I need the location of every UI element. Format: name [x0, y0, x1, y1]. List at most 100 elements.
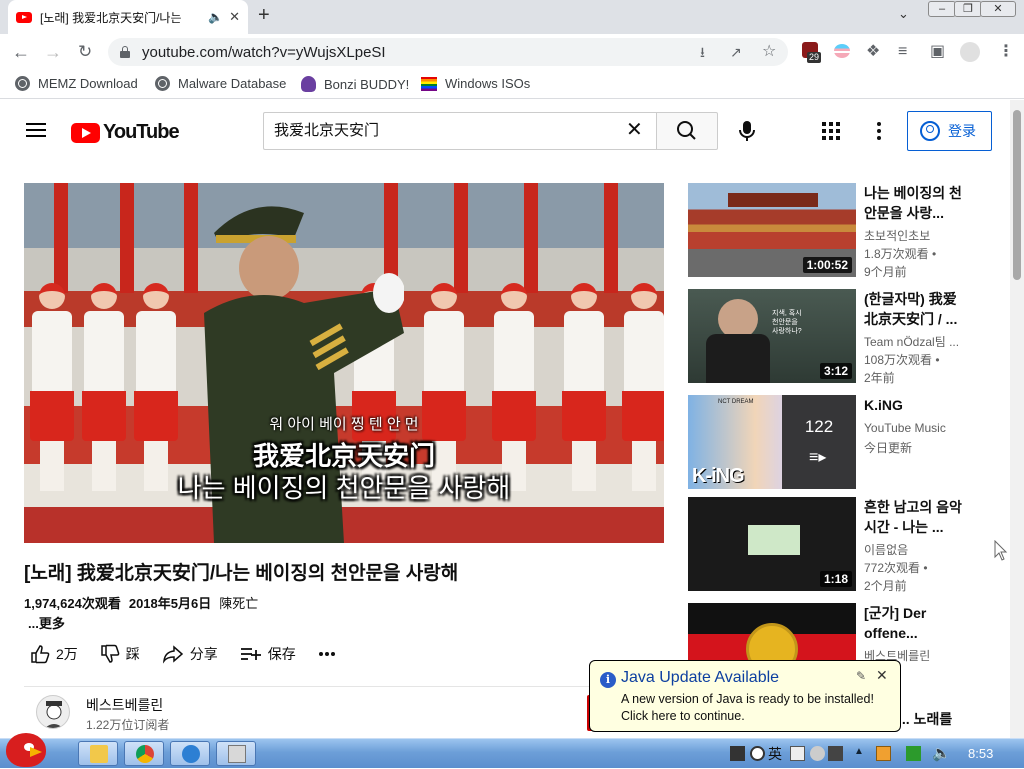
more-options-icon[interactable]	[876, 122, 882, 140]
volume-icon[interactable]: 🔈	[932, 744, 951, 762]
more-actions-button[interactable]	[318, 651, 336, 657]
recommendation-item[interactable]: 1:00:52 나는 베이징의 천안문을 사랑... 초보적인초보 1.8万次观…	[688, 183, 978, 279]
add-to-playlist-icon	[240, 648, 261, 660]
taskbar-app[interactable]	[216, 741, 256, 766]
page-scrollbar[interactable]	[1010, 100, 1024, 738]
info-icon: i	[600, 672, 616, 688]
show-hidden-icons-icon[interactable]: ▲	[854, 746, 864, 757]
bookmark-label: Windows ISOs	[445, 76, 531, 91]
search-button[interactable]	[656, 112, 718, 150]
browser-menu-icon[interactable]: ⋮	[998, 42, 1014, 62]
puzzle-extensions-icon[interactable]: ❖	[866, 42, 880, 62]
address-bar[interactable]: youtube.com/watch?v=yWujsXLpeSI	[108, 38, 788, 66]
show-more-link[interactable]: ...更多	[28, 613, 65, 632]
tray-settings-icon[interactable]	[810, 746, 825, 761]
bonzi-monkey-icon	[301, 76, 316, 92]
taskbar-chrome[interactable]	[124, 741, 164, 766]
tray-display-icon[interactable]	[828, 746, 843, 761]
signin-label: 登录	[948, 123, 976, 139]
video-thumbnail[interactable]: 1:18	[688, 497, 856, 591]
tab-search-icon[interactable]: ⌄	[898, 6, 909, 22]
recommendation-item[interactable]: 지색, 혹시 천안문을 사랑하나? 3:12 (한글자막) 我爱北京天安门 / ..…	[688, 289, 978, 385]
bookmark-malware-database[interactable]: Malware Database	[155, 76, 286, 91]
new-tab-button[interactable]: +	[258, 4, 270, 27]
start-button-angry-bird-icon[interactable]	[6, 733, 46, 767]
close-notification-icon[interactable]: ✕	[876, 667, 888, 684]
bookmark-bonzi-buddy[interactable]: Bonzi BUDDY!	[301, 76, 409, 92]
clear-search-icon[interactable]: ✕	[626, 120, 643, 140]
hamburger-menu-icon[interactable]	[26, 123, 46, 137]
share-button[interactable]: 分享	[162, 644, 218, 664]
scrollbar-thumb[interactable]	[1013, 110, 1021, 280]
side-panel-icon[interactable]: ▣	[930, 42, 945, 62]
apps-grid-icon[interactable]	[822, 122, 840, 140]
dislike-label: 踩	[125, 646, 140, 662]
browser-tab[interactable]: [노래] 我爱北京天安门/나는 🔈 ✕	[8, 0, 248, 34]
channel-name[interactable]: 베스트베를린	[86, 695, 163, 715]
java-update-notification[interactable]: i Java Update Available A new version of…	[589, 660, 901, 732]
recommendation-playlist[interactable]: NCT DREAM K-iNG 122 ≡▸ K.iNG YouTube Mus…	[688, 395, 978, 491]
bookmark-windows-isos[interactable]: Windows ISOs	[421, 76, 530, 91]
forward-arrow-icon[interactable]: →	[44, 42, 62, 62]
view-count: 1,974,624次观看	[24, 596, 121, 611]
video-thumbnail[interactable]: 1:00:52	[688, 183, 856, 277]
playlist-count: 122	[804, 417, 834, 436]
upload-date: 2018年5月6日	[128, 596, 212, 611]
bookmarks-bar: MEMZ Download Malware Database Bonzi BUD…	[0, 70, 1024, 99]
playlist-thumbnail[interactable]: NCT DREAM K-iNG 122 ≡▸	[688, 395, 856, 489]
flag-extension-icon[interactable]	[834, 44, 850, 58]
tray-blocked-icon[interactable]	[750, 746, 765, 761]
thumbs-down-icon	[101, 644, 120, 663]
browser-tab-strip: [노래] 我爱北京天安门/나는 🔈 ✕ + ⌄ – ❐ ✕	[0, 0, 1024, 34]
search-icon	[677, 121, 696, 140]
recommendation-age: 2个月前	[864, 579, 907, 593]
like-button[interactable]: 2万	[30, 644, 78, 664]
recommendation-updated: 今日更新	[864, 441, 913, 455]
recommendation-title: K.iNG	[864, 397, 903, 413]
network-icon[interactable]	[906, 746, 921, 761]
signin-button[interactable]: 登录	[907, 111, 992, 151]
restore-button[interactable]: ❐	[954, 1, 982, 17]
tab-close-icon[interactable]: ✕	[229, 9, 240, 25]
settings-wrench-icon[interactable]: ✎	[856, 669, 866, 683]
share-page-icon[interactable]: ↗	[730, 42, 742, 62]
taskbar-ie[interactable]	[170, 741, 210, 766]
save-label: 保存	[267, 646, 296, 662]
tray-ime-icon[interactable]	[790, 746, 805, 761]
save-button[interactable]: 保存	[240, 644, 296, 664]
bookmark-star-icon[interactable]: ☆	[762, 42, 776, 62]
taskbar-explorer[interactable]	[78, 741, 118, 766]
playlist-icon: ≡▸	[809, 449, 827, 466]
tab-audio-icon[interactable]: 🔈	[208, 10, 223, 24]
channel-avatar[interactable]	[36, 695, 70, 729]
notification-link[interactable]: Click here to continue.	[621, 709, 745, 723]
reload-icon[interactable]: ↻	[78, 42, 92, 62]
bookmark-memz[interactable]: MEMZ Download	[15, 76, 138, 91]
tab-title: [노래] 我爱北京天安门/나는	[40, 10, 182, 25]
install-app-icon[interactable]: ⭳	[700, 42, 705, 62]
youtube-logo[interactable]: YouTube	[71, 121, 180, 144]
minimize-button[interactable]: –	[928, 1, 956, 17]
more-horizontal-icon	[318, 652, 335, 656]
back-arrow-icon[interactable]: ←	[12, 42, 30, 62]
recommendation-item[interactable]: 1:18 흔한 남고의 음악시간 - 나는 ... 이름없음 772次观看 • …	[688, 497, 978, 593]
recommendation-views: 772次观看 •	[864, 561, 928, 575]
folder-icon	[90, 745, 108, 763]
ime-language-indicator[interactable]: 英	[768, 744, 782, 764]
dislike-button[interactable]: 踩	[100, 644, 140, 664]
video-metadata[interactable]: 1,974,624次观看 2018年5月6日 陳死亡	[24, 593, 258, 612]
media-queue-icon[interactable]: ≡	[898, 42, 907, 62]
search-input[interactable]: 我爱北京天安门	[263, 112, 656, 150]
video-thumbnail[interactable]: 지색, 혹시 천안문을 사랑하나? 3:12	[688, 289, 856, 383]
tray-app-icon[interactable]	[730, 746, 745, 761]
taskbar-clock[interactable]: 8:53	[968, 746, 993, 761]
shield-extension-icon[interactable]: 29	[802, 42, 822, 63]
java-tray-icon[interactable]	[876, 746, 891, 761]
profile-avatar-icon[interactable]	[960, 42, 980, 62]
close-window-button[interactable]: ✕	[980, 1, 1016, 17]
description-snippet: 陳死亡	[219, 596, 259, 611]
youtube-header: YouTube 我爱北京天安门 ✕ 登录	[0, 100, 1010, 160]
video-player[interactable]: 워 아이 베이 찡 텐 안 먼 我爱北京天安门 나는 베이징의 천안문을 사랑해	[24, 183, 664, 543]
voice-search-button[interactable]	[733, 112, 761, 150]
bookmark-label: Malware Database	[178, 76, 287, 91]
